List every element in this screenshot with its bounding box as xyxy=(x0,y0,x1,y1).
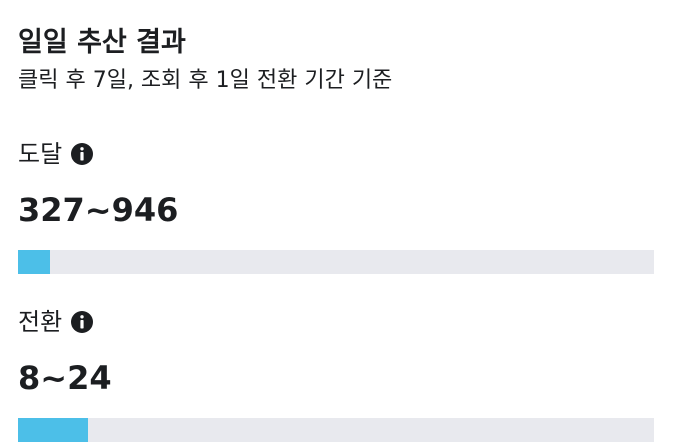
metric-conversion-label: 전환 xyxy=(18,308,63,336)
info-icon[interactable] xyxy=(70,142,94,166)
metric-label-row: 전환 xyxy=(18,306,654,338)
metric-reach-value: 327~946 xyxy=(18,191,179,229)
metric-conversion-progress-track xyxy=(18,418,654,442)
metric-reach: 도달 327~946 xyxy=(18,138,654,274)
metric-reach-progress-fill xyxy=(18,250,50,274)
metric-conversion-progress-fill xyxy=(18,418,88,442)
metric-conversion-value: 8~24 xyxy=(18,359,112,397)
metric-reach-label: 도달 xyxy=(18,140,63,168)
panel-subtitle: 클릭 후 7일, 조회 후 1일 전환 기간 기준 xyxy=(18,68,393,93)
metric-label-row: 도달 xyxy=(18,138,654,170)
metric-reach-progress-track xyxy=(18,250,654,274)
metric-conversion: 전환 8~24 xyxy=(18,306,654,442)
info-icon[interactable] xyxy=(70,310,94,334)
panel-title: 일일 추산 결과 xyxy=(18,27,186,58)
